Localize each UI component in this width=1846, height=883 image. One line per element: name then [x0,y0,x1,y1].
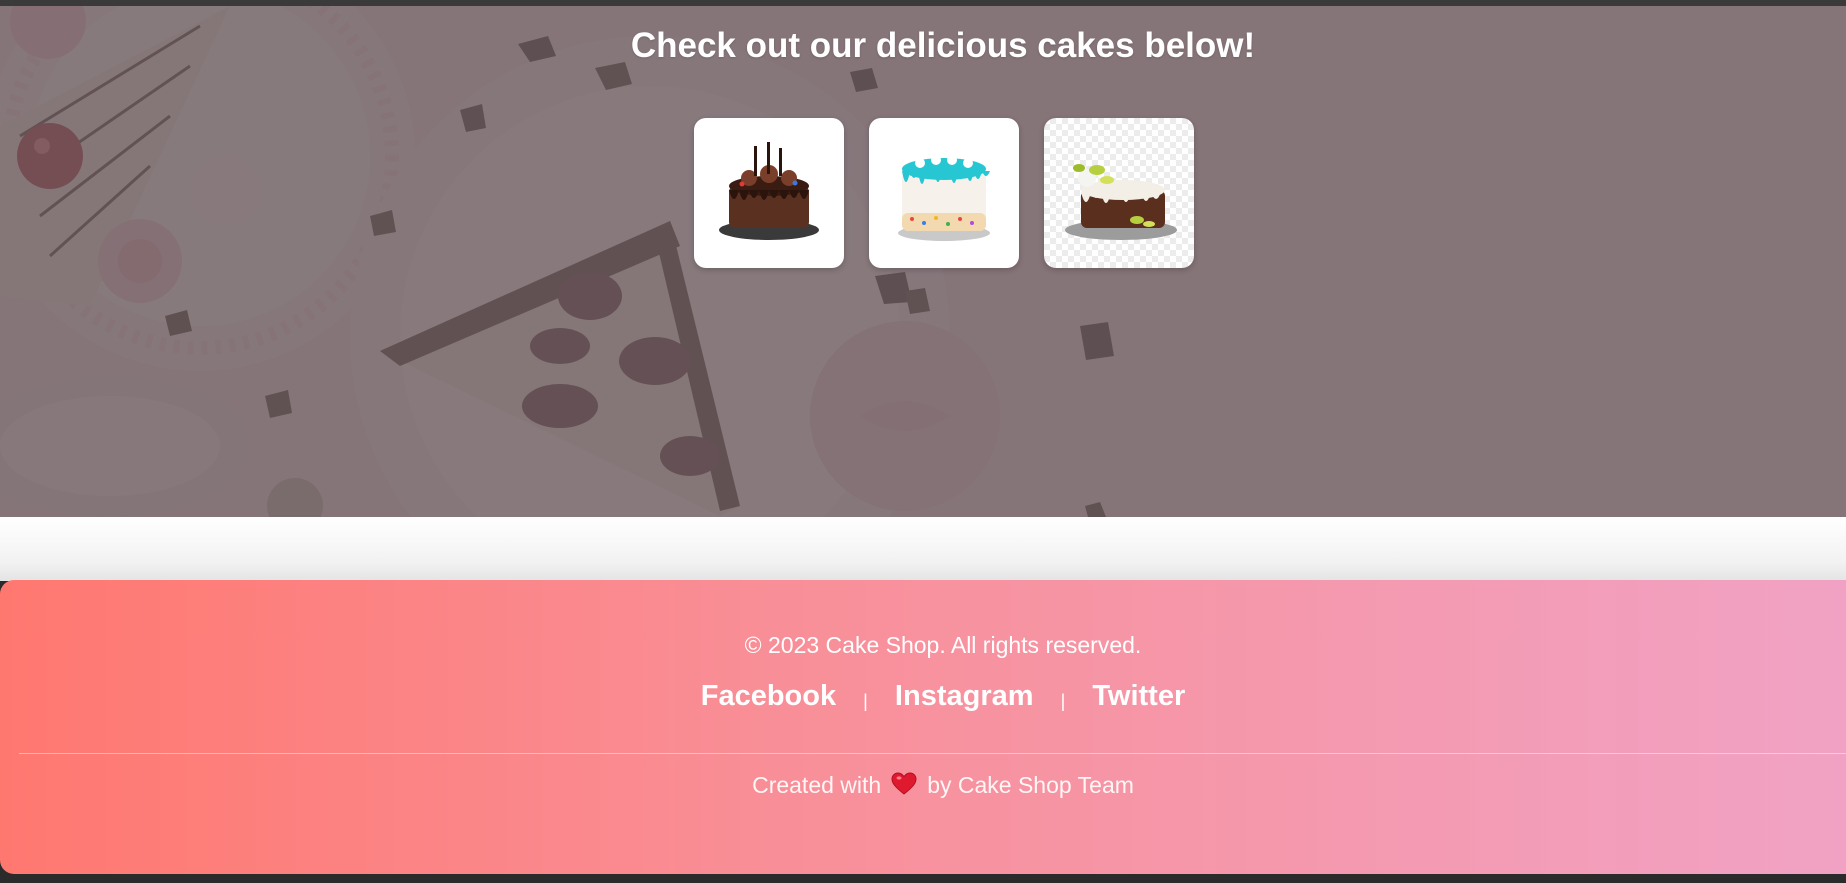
heart-icon [891,772,917,802]
footer-divider [19,753,1846,754]
blue-drip-cake-image [898,155,990,241]
link-separator: | [863,691,868,711]
credits-text: Created with by Cake Shop Team [0,772,1846,802]
cake-card-white-chocolate[interactable] [1044,118,1194,268]
social-links: Facebook | Instagram | Twitter [0,680,1846,713]
cake-card-chocolate[interactable] [694,118,844,268]
credits-suffix: by Cake Shop Team [927,772,1134,798]
chocolate-cake-image [719,142,819,240]
cake-gallery [694,118,1194,268]
copyright-text: © 2023 Cake Shop. All rights reserved. [744,632,1142,658]
link-separator: | [1060,691,1066,711]
cake-card-blue-drip[interactable] [869,118,1019,268]
hero-section: Check out our delicious cakes below! [0,6,1846,517]
twitter-link[interactable]: Twitter [1092,680,1185,712]
site-footer: © 2023 Cake Shop. All rights reserved. F… [0,580,1846,874]
window-bottom-bar [0,874,1846,883]
white-chocolate-cake-image [1065,164,1177,240]
section-spacer [0,517,1846,581]
credits-prefix: Created with [752,772,882,798]
facebook-link[interactable]: Facebook [701,680,836,712]
instagram-link[interactable]: Instagram [895,680,1034,712]
hero-title: Check out our delicious cakes below! [630,26,1256,65]
